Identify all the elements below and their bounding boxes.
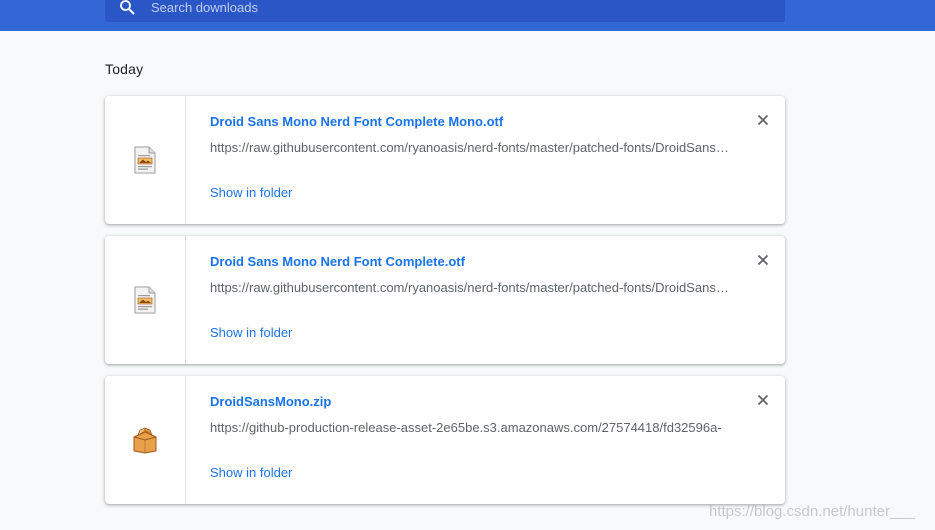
watermark-text: https://blog.csdn.net/hunter___	[709, 503, 915, 520]
font-file-icon	[134, 286, 156, 314]
file-source-url: https://github-production-release-asset-…	[210, 420, 722, 435]
file-name-link[interactable]: Droid Sans Mono Nerd Font Complete Mono.…	[210, 114, 503, 129]
show-in-folder-link[interactable]: Show in folder	[210, 325, 292, 340]
close-icon[interactable]	[755, 252, 771, 268]
download-item: DroidSansMono.zip https://github-product…	[105, 376, 785, 504]
file-source-url: https://raw.githubusercontent.com/ryanoa…	[210, 140, 730, 155]
close-icon[interactable]	[755, 112, 771, 128]
file-icon-area	[105, 236, 186, 364]
file-name-link[interactable]: Droid Sans Mono Nerd Font Complete.otf	[210, 254, 465, 269]
download-item: Droid Sans Mono Nerd Font Complete Mono.…	[105, 96, 785, 224]
download-item: Droid Sans Mono Nerd Font Complete.otf h…	[105, 236, 785, 364]
top-toolbar	[0, 0, 935, 31]
file-source-url: https://raw.githubusercontent.com/ryanoa…	[210, 280, 730, 295]
search-input[interactable]	[151, 0, 751, 17]
search-box[interactable]	[105, 0, 785, 22]
section-title-today: Today	[105, 61, 144, 77]
show-in-folder-link[interactable]: Show in folder	[210, 465, 292, 480]
file-name-link[interactable]: DroidSansMono.zip	[210, 394, 331, 409]
archive-file-icon	[133, 427, 157, 454]
close-icon[interactable]	[755, 392, 771, 408]
file-icon-area	[105, 96, 186, 224]
show-in-folder-link[interactable]: Show in folder	[210, 185, 292, 200]
font-file-icon	[134, 146, 156, 174]
file-icon-area	[105, 376, 186, 504]
search-icon[interactable]	[119, 0, 135, 15]
